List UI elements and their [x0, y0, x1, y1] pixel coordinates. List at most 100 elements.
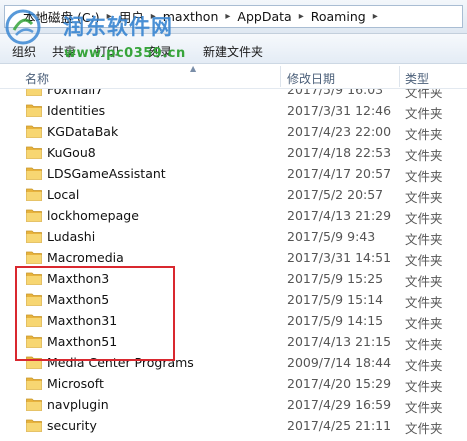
file-name: Microsoft [47, 376, 104, 391]
file-name: Macromedia [47, 250, 124, 265]
file-date: 2017/5/9 16:03 [287, 89, 384, 97]
folder-icon [26, 335, 42, 348]
file-name: lockhomepage [47, 208, 139, 223]
column-type[interactable]: 类型 [405, 70, 429, 87]
file-name: navplugin [47, 397, 109, 412]
file-row[interactable]: Local 2017/5/2 20:57 文件夹 [0, 184, 467, 205]
file-name: KGDataBak [47, 124, 119, 139]
folder-icon [26, 398, 42, 411]
file-date: 2017/5/2 20:57 [287, 187, 384, 202]
breadcrumb-appdata[interactable]: AppData [237, 9, 291, 24]
folder-icon [26, 377, 42, 390]
folder-icon [26, 293, 42, 306]
file-name: Maxthon3 [47, 271, 110, 286]
folder-icon [26, 251, 42, 264]
column-divider[interactable] [399, 66, 400, 87]
folder-icon [26, 104, 42, 117]
file-type: 文件夹 [405, 379, 443, 394]
file-name: Foxmail7 [47, 89, 104, 97]
file-date: 2017/5/9 15:25 [287, 271, 384, 286]
file-date: 2017/5/9 14:15 [287, 313, 384, 328]
file-row[interactable]: Media Center Programs 2009/7/14 18:44 文件夹 [0, 352, 467, 373]
folder-icon [26, 89, 42, 96]
file-date: 2017/3/31 14:51 [287, 250, 392, 265]
watermark-logo-icon [5, 9, 41, 45]
folder-icon [26, 314, 42, 327]
file-row[interactable]: Macromedia 2017/3/31 14:51 文件夹 [0, 247, 467, 268]
file-date: 2017/5/9 15:14 [287, 292, 384, 307]
file-row[interactable]: Foxmail7 2017/5/9 16:03 文件夹 [0, 89, 467, 100]
file-date: 2017/5/9 9:43 [287, 229, 376, 244]
file-date: 2017/4/29 16:59 [287, 397, 392, 412]
file-date: 2017/4/20 15:29 [287, 376, 392, 391]
file-row[interactable]: Identities 2017/3/31 12:46 文件夹 [0, 100, 467, 121]
folder-icon [26, 419, 42, 432]
breadcrumb-roaming[interactable]: Roaming [311, 9, 366, 24]
folder-icon [26, 167, 42, 180]
file-type: 文件夹 [405, 421, 443, 436]
file-date: 2017/4/17 20:57 [287, 166, 392, 181]
file-row[interactable]: Maxthon3 2017/5/9 15:25 文件夹 [0, 268, 467, 289]
folder-icon [26, 230, 42, 243]
file-type: 文件夹 [405, 358, 443, 373]
file-list: Foxmail7 2017/5/9 16:03 文件夹 Identities 2017/… [0, 89, 467, 441]
file-type: 文件夹 [405, 169, 443, 184]
file-type: 文件夹 [405, 253, 443, 268]
file-row[interactable]: lockhomepage 2017/4/13 21:29 文件夹 [0, 205, 467, 226]
file-name: Identities [47, 103, 106, 118]
file-row[interactable]: KGDataBak 2017/4/23 22:00 文件夹 [0, 121, 467, 142]
folder-icon [26, 188, 42, 201]
chevron-right-icon[interactable]: ▸ [299, 11, 304, 22]
file-name: Ludashi [47, 229, 96, 244]
file-type: 文件夹 [405, 337, 443, 352]
file-type: 文件夹 [405, 148, 443, 163]
chevron-right-icon[interactable]: ▸ [373, 11, 378, 22]
file-row[interactable]: LDSGameAssistant 2017/4/17 20:57 文件夹 [0, 163, 467, 184]
file-type: 文件夹 [405, 232, 443, 247]
file-row[interactable]: Maxthon51 2017/4/13 21:15 文件夹 [0, 331, 467, 352]
watermark-title: 润东软件网 [63, 14, 173, 39]
file-type: 文件夹 [405, 295, 443, 310]
file-name: LDSGameAssistant [47, 166, 166, 181]
file-date: 2017/3/31 12:46 [287, 103, 392, 118]
file-row[interactable]: Ludashi 2017/5/9 9:43 文件夹 [0, 226, 467, 247]
file-type: 文件夹 [405, 190, 443, 205]
file-row[interactable]: Maxthon5 2017/5/9 15:14 文件夹 [0, 289, 467, 310]
file-name: Local [47, 187, 80, 202]
file-date: 2017/4/23 22:00 [287, 124, 392, 139]
folder-icon [26, 356, 42, 369]
chevron-right-icon[interactable]: ▸ [225, 11, 230, 22]
folder-icon [26, 272, 42, 285]
file-type: 文件夹 [405, 127, 443, 142]
file-row[interactable]: navplugin 2017/4/29 16:59 文件夹 [0, 394, 467, 415]
column-divider[interactable] [280, 66, 281, 87]
file-date: 2017/4/18 22:53 [287, 145, 392, 160]
file-name: security [47, 418, 97, 433]
file-date: 2009/7/14 18:44 [287, 355, 392, 370]
folder-icon [26, 125, 42, 138]
file-date: 2017/4/13 21:15 [287, 334, 392, 349]
file-date: 2017/4/13 21:29 [287, 208, 392, 223]
folder-icon [26, 146, 42, 159]
file-name: Maxthon31 [47, 313, 118, 328]
file-row[interactable]: KuGou8 2017/4/18 22:53 文件夹 [0, 142, 467, 163]
file-name: Maxthon5 [47, 292, 110, 307]
file-type: 文件夹 [405, 211, 443, 226]
file-name: Media Center Programs [47, 355, 194, 370]
file-type: 文件夹 [405, 274, 443, 289]
sort-ascending-icon: ▲ [190, 64, 197, 73]
file-type: 文件夹 [405, 400, 443, 415]
file-row[interactable]: Maxthon31 2017/5/9 14:15 文件夹 [0, 310, 467, 331]
file-name: Maxthon51 [47, 334, 118, 349]
file-type: 文件夹 [405, 316, 443, 331]
file-row[interactable]: security 2017/4/25 21:11 文件夹 [0, 415, 467, 436]
column-date[interactable]: 修改日期 [287, 70, 335, 87]
column-header: ▲ 名称 修改日期 类型 [0, 64, 467, 89]
new-folder-button[interactable]: 新建文件夹 [203, 43, 263, 60]
column-name[interactable]: 名称 [25, 70, 49, 87]
file-row[interactable]: Microsoft 2017/4/20 15:29 文件夹 [0, 373, 467, 394]
file-name: KuGou8 [47, 145, 96, 160]
folder-icon [26, 209, 42, 222]
file-type: 文件夹 [405, 106, 443, 121]
file-date: 2017/4/25 21:11 [287, 418, 392, 433]
